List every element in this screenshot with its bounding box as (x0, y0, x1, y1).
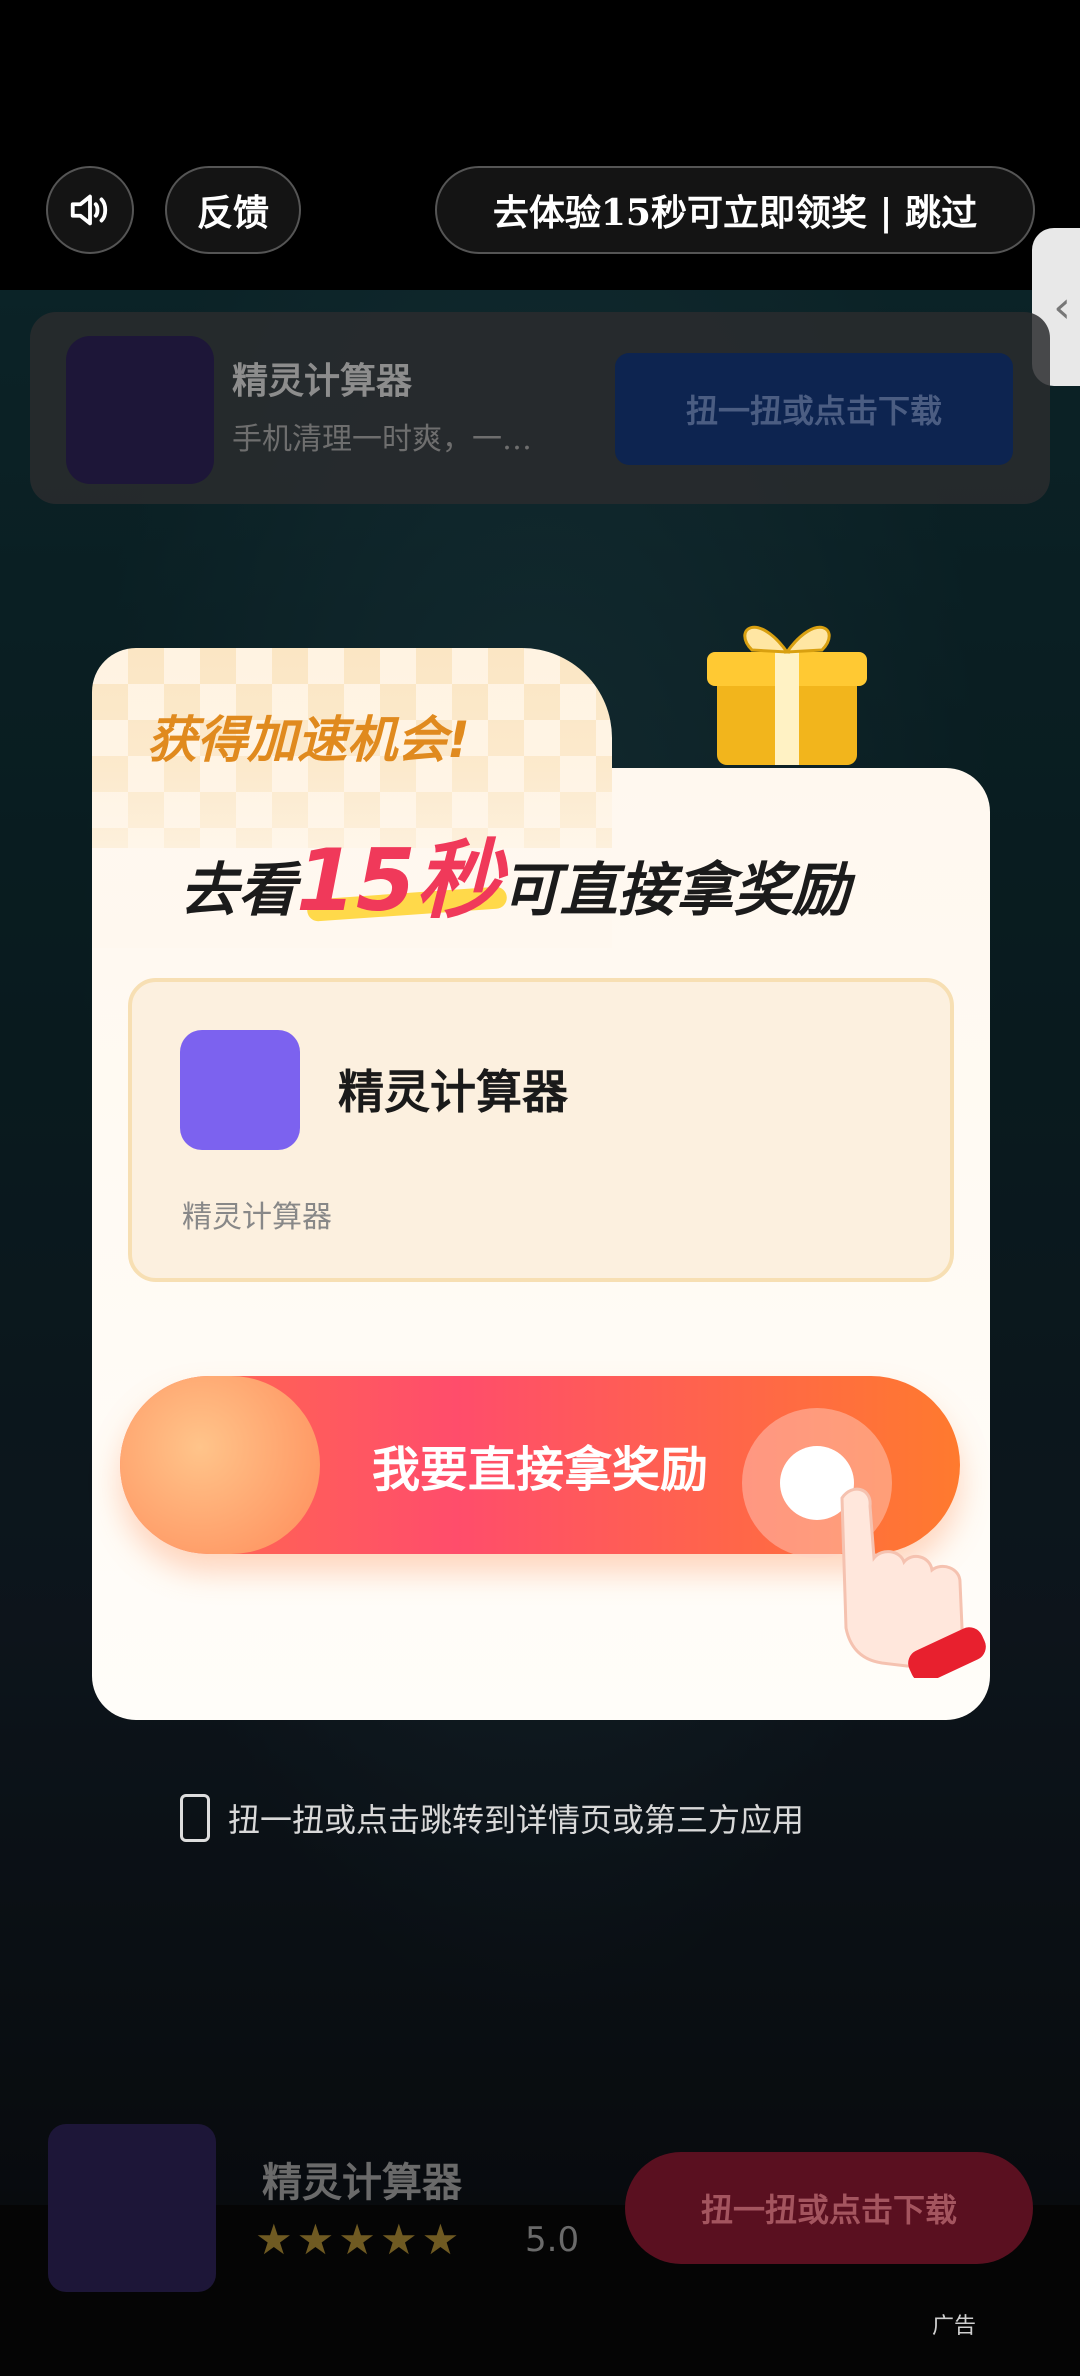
feedback-button[interactable]: 反馈 (165, 166, 301, 254)
headline-small: 获得加速机会! (147, 711, 470, 769)
shake-hint-text: 扭一扭或点击跳转到详情页或第三方应用 (228, 1801, 805, 1839)
reward-modal: 获得加速机会! 去看15秒可直接拿奖励 精灵计算器 精灵计算器 我要直接拿奖励 (92, 625, 990, 1720)
ad-tag: 广告 (932, 2314, 977, 2339)
rating-value: 5.0 (525, 2220, 580, 2260)
skip-button[interactable]: 去体验15秒可立即领奖 | 跳过 (435, 166, 1035, 254)
volume-button[interactable] (46, 166, 134, 254)
bottom-ad-download-label: 扭一扭或点击下载 (700, 2191, 957, 2229)
bottom-ad-download-button[interactable]: 扭一扭或点击下载 (625, 2152, 1033, 2264)
pointing-hand-icon (840, 1487, 986, 1678)
speaker-icon (70, 194, 108, 226)
headline-highlight: 15秒 (296, 831, 502, 931)
app-icon (180, 1030, 300, 1150)
gift-icon (707, 625, 867, 765)
phone-icon (180, 1794, 210, 1842)
bottom-ad-app-name: 精灵计算器 (262, 2159, 462, 2206)
top-ad-app-icon[interactable] (66, 336, 214, 484)
rating-stars: ★★★★★ (255, 2215, 464, 2264)
headline-prefix: 去看 (180, 856, 297, 924)
top-ad-download-button[interactable]: 扭一扭或点击下载 (615, 353, 1013, 465)
app-subtitle: 精灵计算器 (182, 1200, 332, 1235)
bottom-ad-app-icon[interactable] (48, 2124, 216, 2292)
top-ad-download-label: 扭一扭或点击下载 (685, 392, 942, 430)
headline-main: 去看15秒可直接拿奖励 (180, 810, 850, 935)
app-name: 精灵计算器 (338, 1065, 568, 1119)
top-ad-description: 手机清理一时爽，一… (232, 422, 532, 457)
top-ad-app-name: 精灵计算器 (232, 360, 413, 402)
chevron-left-icon: ‹ (1053, 281, 1071, 333)
headline-suffix: 可直接拿奖励 (501, 856, 850, 924)
shake-hint: 扭一扭或点击跳转到详情页或第三方应用 (180, 1788, 920, 1848)
